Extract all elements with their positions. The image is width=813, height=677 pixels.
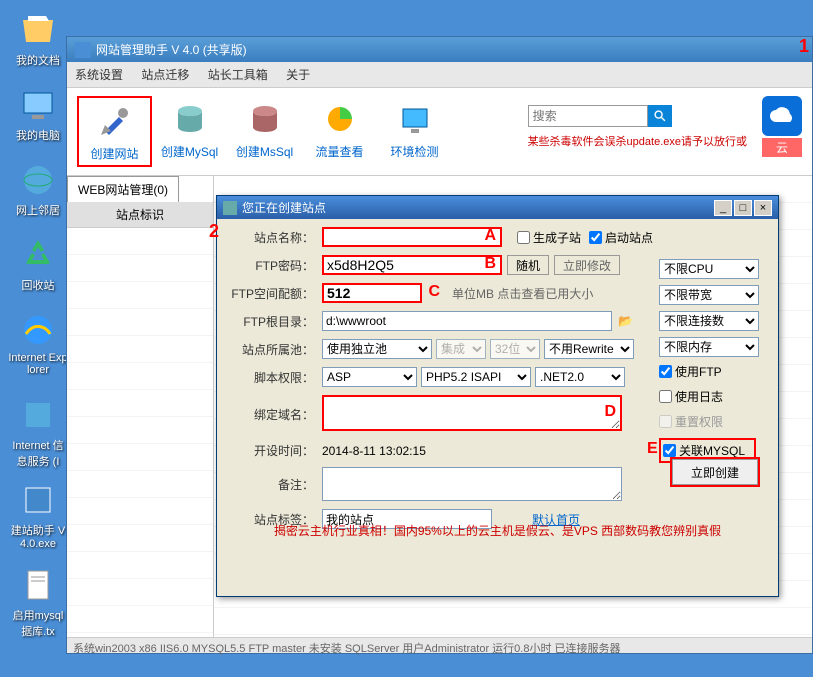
- quota-hint[interactable]: 单位MB 点击查看已用大小: [452, 285, 593, 302]
- left-panel: WEB网站管理(0) 站点标识: [67, 176, 214, 646]
- left-header: 站点标识: [67, 202, 213, 228]
- create-button[interactable]: 立即创建: [672, 459, 758, 485]
- menu-about[interactable]: 关于: [286, 68, 310, 82]
- toolbar: 1 创建网站 创建MySql 创建MsSql 流量查看 环境检测: [67, 88, 812, 176]
- conn-select[interactable]: 不限连接数: [659, 311, 759, 331]
- ftp-pwd-input[interactable]: [322, 255, 502, 275]
- desktop-icon-docs[interactable]: 我的文档: [8, 10, 68, 68]
- ftp-checkbox[interactable]: [659, 365, 672, 378]
- random-button[interactable]: 随机: [507, 255, 549, 275]
- asp-select[interactable]: ASP: [322, 367, 417, 387]
- pool-select[interactable]: 使用独立池: [322, 339, 432, 359]
- script-label: 脚本权限：: [227, 369, 322, 386]
- mem-select[interactable]: 不限内存: [659, 337, 759, 357]
- log-checkbox[interactable]: [659, 390, 672, 403]
- site-name-label: 站点名称：: [227, 229, 322, 246]
- main-title-text: 网站管理助手 V 4.0 (共享版): [96, 41, 247, 58]
- cpu-select[interactable]: 不限CPU: [659, 259, 759, 279]
- maximize-button[interactable]: □: [734, 200, 752, 216]
- menu-tools[interactable]: 站长工具箱: [208, 68, 268, 82]
- desktop-icon-iis[interactable]: Internet 信息服务 (I: [8, 395, 68, 469]
- main-titlebar: 网站管理助手 V 4.0 (共享版): [67, 37, 812, 62]
- menubar: 系统设置 站点迁移 站长工具箱 关于: [67, 62, 812, 88]
- search-input[interactable]: [528, 105, 648, 127]
- pool-label: 站点所属池：: [227, 341, 322, 358]
- warning-text: 某些杀毒软件会误杀update.exe请予以放行或: [528, 133, 747, 149]
- remark-label: 备注：: [227, 476, 322, 493]
- dialog-title-text: 您正在创建站点: [242, 199, 326, 216]
- domain-label: 绑定域名：: [227, 406, 322, 423]
- start-site-checkbox[interactable]: [589, 231, 602, 244]
- open-time-label: 开设时间：: [227, 442, 322, 459]
- tool-env[interactable]: 环境检测: [377, 96, 452, 163]
- folder-icon[interactable]: 📂: [618, 314, 633, 328]
- dialog-icon: [223, 201, 237, 215]
- site-name-input[interactable]: [322, 227, 502, 247]
- remark-input[interactable]: [322, 467, 622, 501]
- search-button[interactable]: [648, 105, 672, 127]
- dialog-titlebar[interactable]: 您正在创建站点 _ □ ×: [217, 196, 778, 219]
- open-time-value: 2014-8-11 13:02:15: [322, 444, 426, 458]
- ftp-root-label: FTP根目录：: [227, 313, 322, 330]
- tool-traffic[interactable]: 流量查看: [302, 96, 377, 163]
- ftp-pwd-label: FTP密码：: [227, 257, 322, 274]
- menu-system[interactable]: 系统设置: [75, 68, 123, 82]
- site-list[interactable]: [67, 228, 213, 648]
- desktop-icon-recycle[interactable]: 回收站: [8, 235, 68, 293]
- create-site-dialog: 您正在创建站点 _ □ × 2 站点名称： A 生成子站 启动站点 FTP密码：…: [216, 195, 779, 597]
- gen-child-checkbox[interactable]: [517, 231, 530, 244]
- desktop-icon-app[interactable]: 建站助手 V4.0.exe: [8, 480, 68, 550]
- menu-migrate[interactable]: 站点迁移: [141, 68, 189, 82]
- tool-create-site[interactable]: 1 创建网站: [77, 96, 152, 167]
- rewrite-select[interactable]: 不用Rewrite: [544, 339, 634, 359]
- desktop-icon-network[interactable]: 网上邻居: [8, 160, 68, 218]
- integ-select: 集成: [436, 339, 486, 359]
- desktop-icon-computer[interactable]: 我的电脑: [8, 85, 68, 143]
- app-icon: [75, 42, 91, 58]
- tab-web[interactable]: WEB网站管理(0): [67, 176, 179, 202]
- php-select[interactable]: PHP5.2 ISAPI: [421, 367, 531, 387]
- ftp-quota-input[interactable]: [322, 283, 422, 303]
- ftp-quota-label: FTP空间配额：: [227, 285, 322, 302]
- status-bar: 系统win2003 x86 IIS6.0 MYSQL5.5 FTP master…: [67, 637, 812, 653]
- mysql-checkbox[interactable]: [663, 444, 676, 457]
- minimize-button[interactable]: _: [714, 200, 732, 216]
- reset-checkbox: [659, 415, 672, 428]
- desktop-icon-txt[interactable]: 启用mysql 据库.tx: [8, 565, 68, 639]
- ftp-root-input[interactable]: [322, 311, 612, 331]
- bit-select: 32位: [490, 339, 540, 359]
- cloud-label: 云: [762, 138, 802, 157]
- tool-create-mysql[interactable]: 创建MySql: [152, 96, 227, 163]
- domain-input[interactable]: [322, 395, 622, 431]
- close-button[interactable]: ×: [754, 200, 772, 216]
- bw-select[interactable]: 不限带宽: [659, 285, 759, 305]
- cloud-icon[interactable]: [762, 96, 802, 136]
- create-button-box: 立即创建: [670, 457, 760, 487]
- desktop-icon-ie[interactable]: Internet Explorer: [8, 310, 68, 376]
- tool-create-mssql[interactable]: 创建MsSql: [227, 96, 302, 163]
- edit-button[interactable]: 立即修改: [554, 255, 620, 275]
- footer-link[interactable]: 揭密云主机行业真相！国内95%以上的云主机是假云、是VPS 西部数码教您辨别真假: [217, 522, 778, 539]
- net-select[interactable]: .NET2.0: [535, 367, 625, 387]
